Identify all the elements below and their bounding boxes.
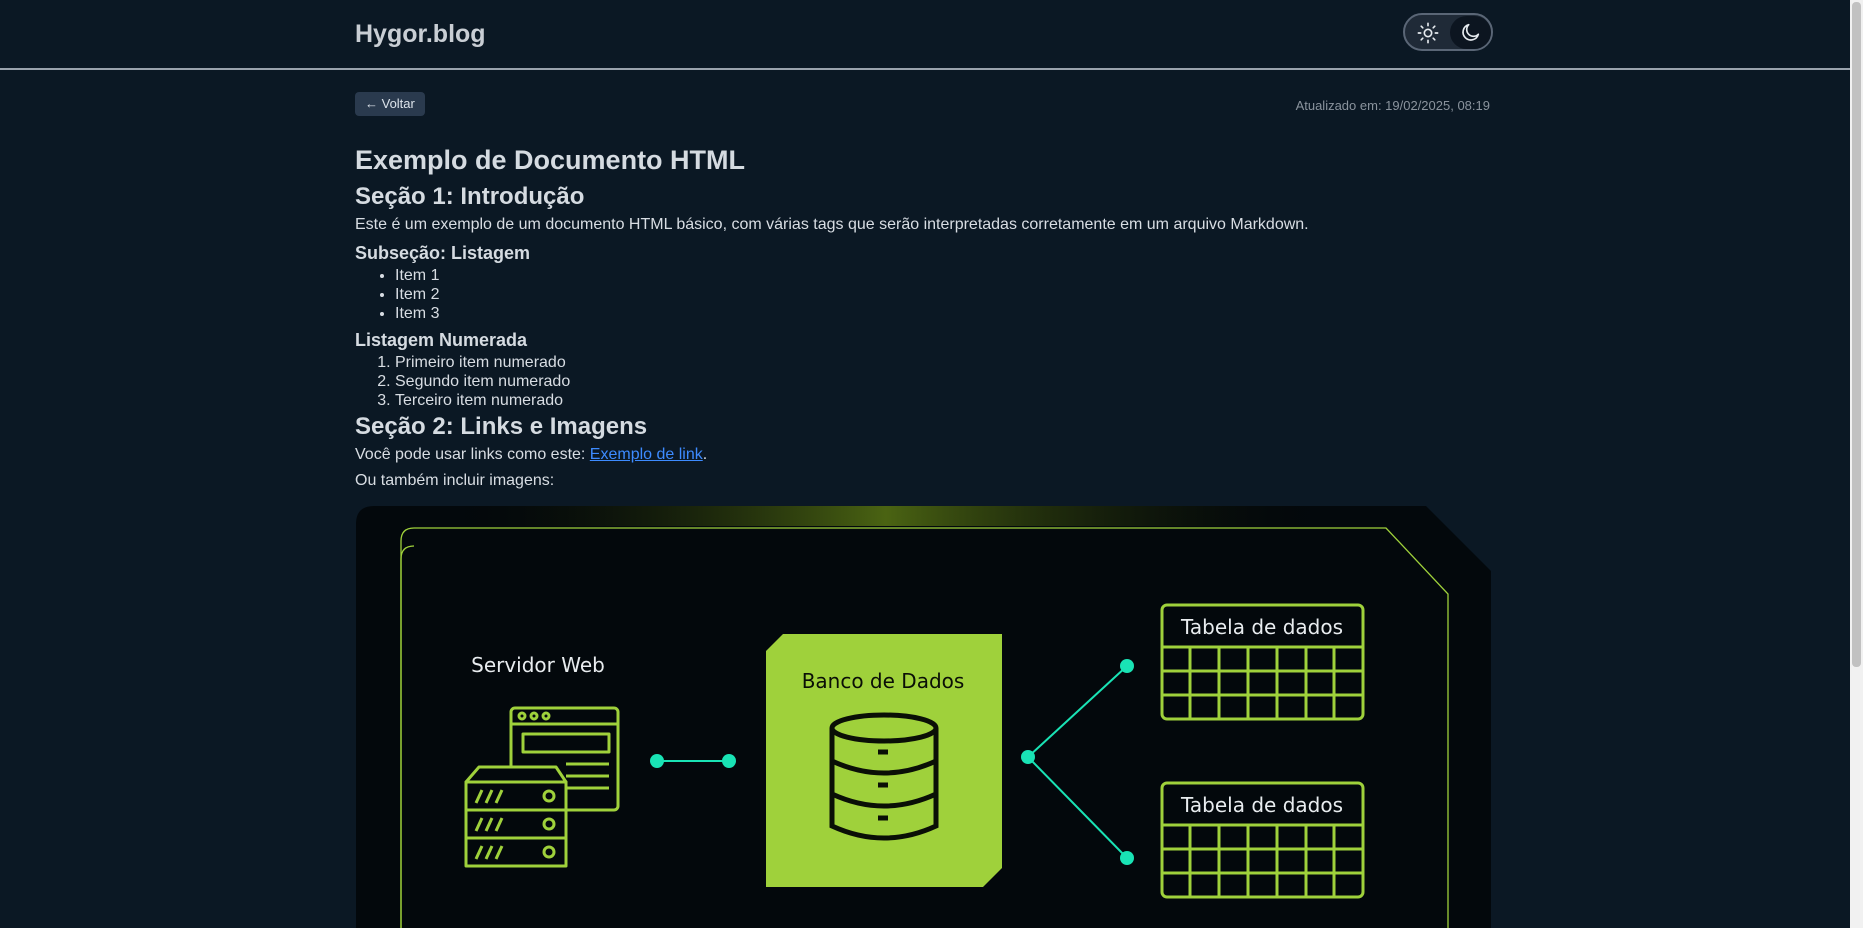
link-prefix: Você pode usar links como este: xyxy=(355,446,590,463)
back-button[interactable]: ← Voltar xyxy=(355,92,425,116)
numbered-list: Primeiro item numerado Segundo item nume… xyxy=(355,353,1490,410)
list-item: Terceiro item numerado xyxy=(395,391,1490,410)
article-content: Exemplo de Documento HTML Seção 1: Intro… xyxy=(355,140,1490,492)
site-title-link[interactable]: Hygor.blog xyxy=(355,20,486,49)
scrollbar-thumb[interactable] xyxy=(1852,2,1861,667)
theme-toggle[interactable] xyxy=(1403,13,1493,51)
database-label: Banco de Dados xyxy=(802,669,965,693)
images-paragraph: Ou também incluir imagens: xyxy=(355,472,555,489)
section-1-paragraph: Este é um exemplo de um documento HTML b… xyxy=(355,216,1309,233)
list-item: Item 2 xyxy=(395,285,1490,304)
architecture-diagram-image: Servidor Web Banco de Dados Tabela de da… xyxy=(356,506,1491,928)
subsection-list-heading: Subseção: Listagem xyxy=(355,243,531,263)
table-1-label: Tabela de dados xyxy=(1180,615,1343,639)
link-paragraph: Você pode usar links como este: Exemplo … xyxy=(355,444,1490,466)
section-2-heading: Seção 2: Links e Imagens xyxy=(355,413,648,440)
top-bar: Hygor.blog xyxy=(0,0,1850,70)
list-item: Item 3 xyxy=(395,304,1490,323)
updated-timestamp: Atualizado em: 19/02/2025, 08:19 xyxy=(1295,98,1490,113)
list-item: Primeiro item numerado xyxy=(395,353,1490,372)
moon-icon[interactable] xyxy=(1460,21,1482,43)
link-suffix: . xyxy=(702,446,708,463)
list-item: Item 1 xyxy=(395,266,1490,285)
article-title: Exemplo de Documento HTML xyxy=(355,145,746,175)
server-label: Servidor Web xyxy=(471,653,605,677)
page-scrollbar[interactable] xyxy=(1850,0,1863,928)
list-item: Segundo item numerado xyxy=(395,372,1490,391)
table-2-label: Tabela de dados xyxy=(1180,793,1343,817)
numbered-list-heading: Listagem Numerada xyxy=(355,330,528,350)
sun-icon[interactable] xyxy=(1417,22,1439,44)
bullet-list: Item 1 Item 2 Item 3 xyxy=(355,266,1490,323)
section-1-heading: Seção 1: Introdução xyxy=(355,183,585,210)
example-link[interactable]: Exemplo de link xyxy=(590,446,703,463)
